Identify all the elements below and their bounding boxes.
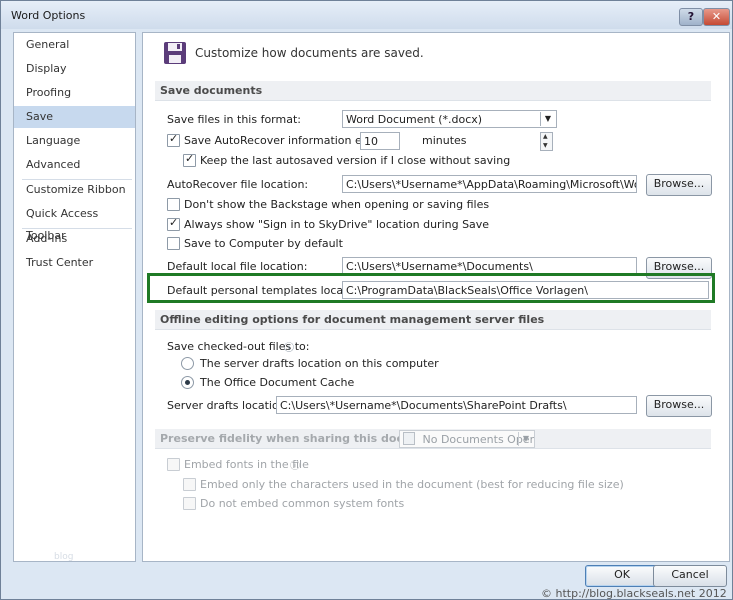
save-documents-heading: Save documents <box>155 81 711 101</box>
keep-last-autosaved-checkbox[interactable]: ✓ <box>183 152 196 167</box>
floppy-disk-icon <box>164 42 186 64</box>
keep-last-autosaved-label: Keep the last autosaved version if I clo… <box>200 154 511 167</box>
server-drafts-radio[interactable] <box>181 357 194 370</box>
embed-used-characters-checkbox[interactable] <box>183 478 196 491</box>
no-common-fonts-checkbox[interactable] <box>183 497 196 510</box>
sidebar-item-quick-access-toolbar[interactable]: Quick Access Toolbar <box>14 203 135 242</box>
checkmark-icon: ✓ <box>169 216 179 229</box>
info-icon: ⓘ <box>290 461 300 472</box>
sidebar-item-save[interactable]: Save <box>14 106 135 128</box>
embed-fonts-checkbox[interactable] <box>167 458 180 471</box>
no-common-fonts-label: Do not embed common system fonts <box>200 497 405 510</box>
checkmark-icon: ✓ <box>185 152 195 165</box>
default-local-location-label: Default local file location: <box>167 260 308 273</box>
sidebar-item-display[interactable]: Display <box>14 58 135 80</box>
spin-down-icon[interactable]: ▼ <box>543 142 548 149</box>
window-title: Word Options <box>11 9 86 22</box>
info-icon: ⓘ <box>284 343 294 354</box>
fidelity-document-dropdown[interactable]: No Documents Open ▼ <box>399 430 535 448</box>
sidebar-item-advanced[interactable]: Advanced <box>14 154 135 176</box>
autorecover-location-label: AutoRecover file location: <box>167 178 309 191</box>
close-button[interactable]: ✕ <box>703 8 730 26</box>
ok-button[interactable]: OK <box>585 565 659 587</box>
autorecover-minutes-input[interactable]: 10 <box>360 132 400 150</box>
title-bar: Word Options ? ✕ <box>1 1 732 29</box>
save-to-computer-checkbox[interactable] <box>167 237 180 250</box>
server-drafts-option-label: The server drafts location on this compu… <box>200 357 439 370</box>
autorecover-label: Save AutoRecover information every <box>184 134 387 147</box>
chevron-down-icon: ▼ <box>540 112 555 126</box>
skydrive-checkbox[interactable]: ✓ <box>167 216 180 231</box>
save-format-dropdown[interactable]: Word Document (*.docx) ▼ <box>342 110 557 128</box>
backstage-checkbox[interactable] <box>167 198 180 211</box>
sidebar-item-add-ins[interactable]: Add-Ins <box>14 228 135 250</box>
checkmark-icon: ✓ <box>169 132 179 145</box>
document-icon <box>403 432 415 445</box>
autorecover-browse-button[interactable]: Browse... <box>646 174 712 196</box>
minutes-label: minutes <box>422 134 467 147</box>
server-drafts-browse-button[interactable]: Browse... <box>646 395 712 417</box>
word-options-window: Word Options ? ✕ General Display Proofin… <box>0 0 733 600</box>
sidebar-item-customize-ribbon[interactable]: Customize Ribbon <box>14 179 135 201</box>
autorecover-location-input[interactable]: C:\Users\*Username*\AppData\Roaming\Micr… <box>342 175 637 193</box>
save-to-computer-label: Save to Computer by default <box>184 237 343 250</box>
sidebar-item-trust-center[interactable]: Trust Center <box>14 252 135 274</box>
sidebar-item-proofing[interactable]: Proofing <box>14 82 135 104</box>
backstage-label: Don't show the Backstage when opening or… <box>184 198 490 211</box>
embed-used-characters-label: Embed only the characters used in the do… <box>200 478 624 491</box>
sidebar-item-general[interactable]: General <box>14 34 135 56</box>
help-button[interactable]: ? <box>679 8 703 26</box>
offline-editing-heading: Offline editing options for document man… <box>155 310 711 330</box>
radio-selected-icon <box>185 380 190 385</box>
chevron-down-icon: ▼ <box>518 432 533 446</box>
sidebar-item-language[interactable]: Language <box>14 130 135 152</box>
watermark-text: blog <box>54 552 74 562</box>
autorecover-checkbox[interactable]: ✓ <box>167 132 180 147</box>
minutes-spinner[interactable]: ▲ ▼ <box>540 132 553 151</box>
server-drafts-location-label: Server drafts location: <box>167 399 290 412</box>
options-sidebar: General Display Proofing Save Language A… <box>13 32 136 562</box>
server-drafts-location-input[interactable]: C:\Users\*Username*\Documents\SharePoint… <box>276 396 637 414</box>
templates-highlight-box <box>147 273 715 303</box>
skydrive-label: Always show "Sign in to SkyDrive" locati… <box>184 218 490 231</box>
cancel-button[interactable]: Cancel <box>653 565 727 587</box>
format-label: Save files in this format: <box>167 113 301 126</box>
office-cache-radio[interactable] <box>181 376 194 389</box>
spin-up-icon[interactable]: ▲ <box>543 133 548 140</box>
page-header-text: Customize how documents are saved. <box>195 46 424 60</box>
office-cache-option-label: The Office Document Cache <box>200 376 355 389</box>
copyright-watermark: © http://blog.blackseals.net 2012 <box>541 587 727 600</box>
save-format-value: Word Document (*.docx) <box>346 113 483 126</box>
